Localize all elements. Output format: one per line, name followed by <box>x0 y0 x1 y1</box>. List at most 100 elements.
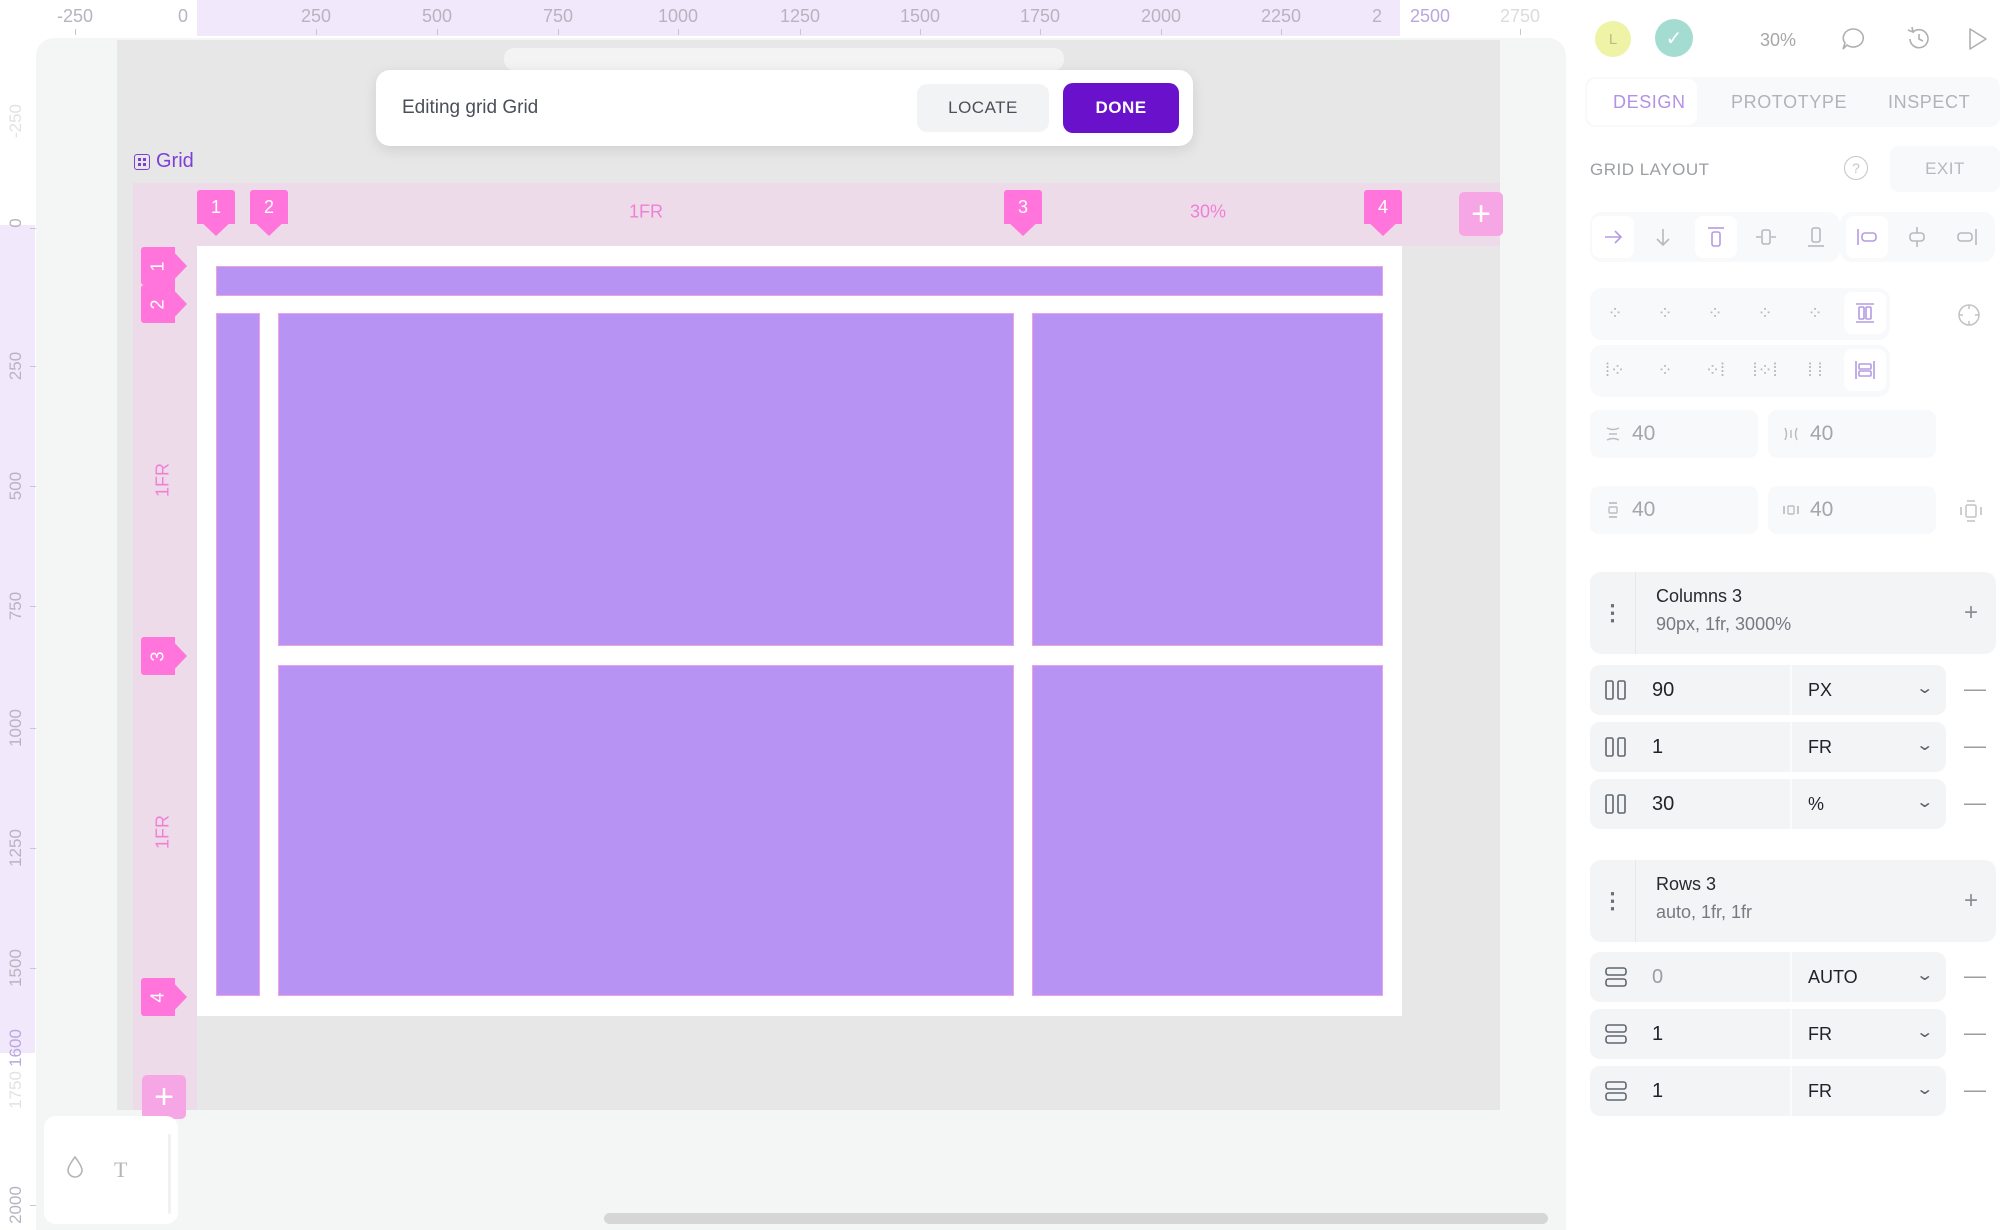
column-icon <box>1605 680 1626 700</box>
horizontal-padding-input[interactable]: 40 <box>1768 486 1936 534</box>
grid-cell-sidebar[interactable] <box>216 313 260 996</box>
remove-track-button[interactable]: — <box>1964 676 1986 702</box>
add-column-button[interactable]: + <box>1459 192 1503 236</box>
remove-track-button[interactable]: — <box>1964 1020 1986 1046</box>
row-size-label[interactable]: 1FR <box>153 815 174 849</box>
column-size-label[interactable]: 30% <box>1190 202 1226 223</box>
text-tool-icon[interactable]: T <box>114 1157 127 1183</box>
locate-button[interactable]: LOCATE <box>917 84 1049 132</box>
column-marker[interactable]: 4 <box>1364 190 1402 238</box>
track-unit-select[interactable]: AUTO <box>1808 967 1858 988</box>
align-content-end-icon: ⁘ <box>1707 302 1723 323</box>
align-content-start-button[interactable]: ⁘ <box>1594 292 1636 334</box>
board-title[interactable]: Grid <box>134 150 194 173</box>
justify-content-center-button[interactable]: ⁘ <box>1644 349 1686 391</box>
grid-cell-header[interactable] <box>216 266 1383 296</box>
grid-cell-right-bottom[interactable] <box>1032 665 1383 996</box>
tools-scroll-handle[interactable] <box>168 1134 171 1214</box>
track-value-input[interactable]: 1 <box>1652 1080 1663 1103</box>
remove-track-button[interactable]: — <box>1964 1077 1986 1103</box>
independent-padding-button[interactable] <box>1950 490 1992 532</box>
direction-row-button[interactable] <box>1592 216 1634 258</box>
track-unit-select[interactable]: FR <box>1808 1081 1832 1102</box>
track-unit-select[interactable]: % <box>1808 794 1824 815</box>
history-icon[interactable] <box>1904 24 1934 54</box>
align-content-end-button[interactable]: ⁘ <box>1694 292 1736 334</box>
align-content-around-button[interactable]: ⁘ <box>1794 292 1836 334</box>
add-row-button[interactable]: + <box>142 1075 186 1119</box>
align-content-between-button[interactable]: ⁘ <box>1744 292 1786 334</box>
row-marker[interactable]: 4 <box>141 978 189 1016</box>
column-marker[interactable]: 3 <box>1004 190 1042 238</box>
horizontal-scrollbar[interactable] <box>604 1213 1548 1224</box>
grid-cell-right-top[interactable] <box>1032 313 1383 646</box>
ruler-tick <box>800 29 801 35</box>
remove-track-button[interactable]: — <box>1964 790 1986 816</box>
justify-center-button[interactable] <box>1896 216 1938 258</box>
chevron-down-icon[interactable]: ⌄ <box>1915 965 1934 985</box>
direction-column-button[interactable] <box>1642 216 1684 258</box>
track-value-input[interactable]: 0 <box>1652 966 1663 989</box>
column-gap-input[interactable]: 40 <box>1768 410 1936 458</box>
avatar[interactable]: L <box>1595 21 1631 57</box>
exit-button[interactable]: EXIT <box>1890 146 2000 192</box>
justify-content-start-button[interactable]: ⁞⁘ <box>1594 349 1636 391</box>
justify-content-around-button[interactable]: ⁞ ⁞ <box>1794 349 1836 391</box>
comment-icon[interactable] <box>1838 24 1868 54</box>
chevron-down-icon[interactable]: ⌄ <box>1915 678 1934 698</box>
arrow-down-icon <box>1656 229 1670 247</box>
align-content-stretch-button[interactable] <box>1844 292 1886 334</box>
grid-cell-main-top[interactable] <box>278 313 1014 646</box>
justify-content-between-button[interactable]: ⁞⁘⁞ <box>1744 349 1786 391</box>
justify-end-button[interactable] <box>1946 216 1988 258</box>
columns-menu-icon[interactable]: ⋮ <box>1590 572 1636 654</box>
align-end-button[interactable] <box>1795 216 1837 258</box>
track-value-input[interactable]: 30 <box>1652 793 1674 816</box>
track-value-input[interactable]: 1 <box>1652 736 1663 759</box>
row-marker[interactable]: 1 <box>141 247 189 285</box>
ruler-top: -250 0 250 500 750 1000 1250 1500 1750 2… <box>0 0 1560 38</box>
row-size-label[interactable]: 1FR <box>153 463 174 497</box>
remove-track-button[interactable]: — <box>1964 963 1986 989</box>
track-value-input[interactable]: 90 <box>1652 679 1674 702</box>
done-button[interactable]: DONE <box>1063 83 1179 133</box>
vertical-padding-input[interactable]: 40 <box>1590 486 1758 534</box>
ruler-label: 250 <box>6 351 25 381</box>
chevron-down-icon[interactable]: ⌄ <box>1915 735 1934 755</box>
align-center-button[interactable] <box>1745 216 1787 258</box>
track-unit-select[interactable]: FR <box>1808 737 1832 758</box>
align-start-button[interactable] <box>1695 216 1737 258</box>
column-marker[interactable]: 2 <box>250 190 288 238</box>
track-value-input[interactable]: 1 <box>1652 1023 1663 1046</box>
justify-content-end-button[interactable]: ⁘⁞ <box>1694 349 1736 391</box>
row-gap-input[interactable]: 40 <box>1590 410 1758 458</box>
chevron-down-icon[interactable]: ⌄ <box>1915 1079 1934 1099</box>
chevron-down-icon[interactable]: ⌄ <box>1915 1022 1934 1042</box>
target-icon[interactable] <box>1948 294 1990 336</box>
add-row-track-button[interactable]: + <box>1964 887 1978 915</box>
remove-track-button[interactable]: — <box>1964 733 1986 759</box>
track-unit-select[interactable]: FR <box>1808 1024 1832 1045</box>
justify-start-button[interactable] <box>1846 216 1888 258</box>
column-size-label[interactable]: 1FR <box>629 202 663 223</box>
add-column-track-button[interactable]: + <box>1964 599 1978 627</box>
column-marker[interactable]: 1 <box>197 190 235 238</box>
play-icon[interactable] <box>1962 24 1992 54</box>
ruler-label: 1750 <box>6 1071 25 1109</box>
chevron-down-icon[interactable]: ⌄ <box>1915 792 1934 812</box>
track-unit-select[interactable]: PX <box>1808 680 1832 701</box>
align-content-center-button[interactable]: ⁘ <box>1644 292 1686 334</box>
zoom-level[interactable]: 30% <box>1760 30 1796 51</box>
rows-menu-icon[interactable]: ⋮ <box>1590 860 1636 942</box>
tab-prototype[interactable]: PROTOTYPE <box>1731 92 1847 113</box>
grid-cell-main-bottom[interactable] <box>278 665 1014 996</box>
drop-icon[interactable] <box>66 1155 84 1185</box>
row-marker[interactable]: 3 <box>141 637 189 675</box>
help-icon[interactable]: ? <box>1844 156 1868 180</box>
row-marker[interactable]: 2 <box>141 285 189 323</box>
status-badge[interactable]: ✓ <box>1655 19 1693 57</box>
tab-inspect[interactable]: INSPECT <box>1888 92 1970 113</box>
tab-design[interactable]: DESIGN <box>1613 92 1686 113</box>
align-content-around-icon: ⁘ <box>1807 302 1823 323</box>
justify-content-stretch-button[interactable] <box>1844 349 1886 391</box>
